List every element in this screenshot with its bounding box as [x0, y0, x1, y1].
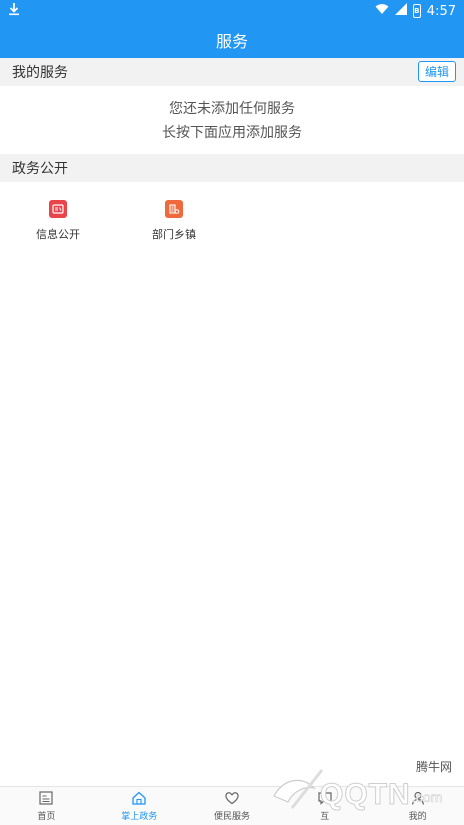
department-town-icon	[165, 200, 183, 218]
heart-icon	[224, 791, 240, 809]
chat-icon	[317, 791, 333, 809]
gov-public-title: 政务公开	[12, 161, 68, 177]
wifi-icon	[375, 3, 389, 19]
nav-item-public-services[interactable]: 便民服务	[186, 787, 279, 825]
signal-icon	[394, 3, 407, 19]
edit-button[interactable]: 编辑	[418, 61, 456, 82]
watermark-cn: 腾牛网	[416, 760, 453, 774]
status-bar: B 4:57	[0, 0, 464, 22]
nav-label: 首页	[37, 811, 56, 822]
empty-hint-line1: 您还未添加任何服务	[169, 101, 295, 117]
download-icon	[8, 2, 20, 20]
nav-label: 便民服务	[213, 811, 250, 822]
bottom-nav: 首页 掌上政务 便民服务 互 我的	[0, 786, 464, 825]
battery-icon: B	[412, 4, 421, 18]
user-icon	[410, 791, 426, 809]
gov-public-header: 政务公开	[0, 154, 464, 182]
nav-item-interaction[interactable]: 互	[278, 787, 371, 825]
battery-glyph: B	[414, 6, 420, 15]
grid-item-department-town[interactable]: 部门乡镇	[124, 200, 224, 242]
grid-item-label: 信息公开	[36, 228, 80, 241]
nav-item-gov-services[interactable]: 掌上政务	[93, 787, 186, 825]
nav-label: 我的	[408, 811, 427, 822]
nav-item-mine[interactable]: 我的	[371, 787, 464, 825]
grid-item-info-public[interactable]: 信息公开	[8, 200, 108, 242]
home-page-icon	[38, 790, 54, 809]
empty-hint-line2: 长按下面应用添加服务	[162, 125, 302, 141]
status-icons: B 4:57	[375, 3, 456, 19]
nav-label: 掌上政务	[121, 811, 158, 822]
grid-item-label: 部门乡镇	[152, 228, 196, 241]
page-title: 服务	[215, 32, 248, 51]
house-icon	[131, 791, 147, 809]
nav-label: 互	[320, 811, 330, 822]
my-services-header: 我的服务 编辑	[0, 58, 464, 86]
clock: 4:57	[426, 3, 456, 19]
info-public-icon	[49, 200, 67, 218]
nav-item-home[interactable]: 首页	[0, 787, 93, 825]
title-bar: 服务	[0, 22, 464, 58]
my-services-title: 我的服务	[12, 65, 68, 81]
